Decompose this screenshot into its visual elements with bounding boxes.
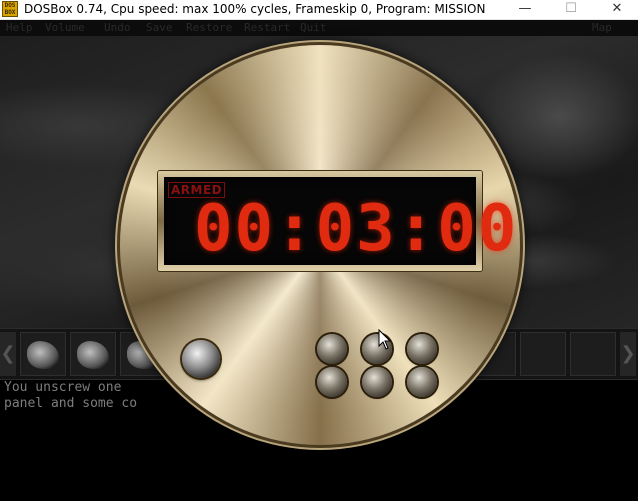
mouse-cursor-icon (378, 329, 392, 350)
keypad-button-5[interactable] (362, 367, 392, 397)
keypad-button-4[interactable] (317, 367, 347, 397)
inventory-scroll-left-icon[interactable]: ❮ (0, 332, 16, 376)
maximize-button[interactable]: ☐ (548, 0, 594, 19)
inventory-scroll-right-icon[interactable]: ❯ (620, 332, 636, 376)
menu-restore[interactable]: Restore (186, 22, 232, 34)
inventory-slot[interactable] (570, 332, 616, 376)
close-button[interactable]: ✕ (594, 0, 638, 19)
window-titlebar: DOS BOX DOSBox 0.74, Cpu speed: max 100%… (0, 0, 638, 20)
menu-restart[interactable]: Restart (244, 22, 290, 34)
inventory-slot[interactable] (520, 332, 566, 376)
game-viewport: Help Volume Undo Save Restore Restart Qu… (0, 20, 638, 501)
menu-undo[interactable]: Undo (104, 22, 131, 34)
minimize-button[interactable]: — (502, 0, 548, 19)
narration-line-2: panel and some co (4, 396, 138, 411)
inventory-slot[interactable] (20, 332, 66, 376)
dosbox-app-icon: DOS BOX (2, 1, 18, 17)
timer-display: ARMED 00:03:00 (164, 177, 519, 266)
keypad-button-6[interactable] (407, 367, 437, 397)
countdown-time: 00:03:00 (194, 192, 519, 266)
bomb-timer-device: ARMED 00:03:00 (120, 45, 520, 445)
menu-quit[interactable]: Quit (300, 22, 327, 34)
knob-button[interactable] (182, 340, 220, 378)
menu-volume[interactable]: Volume (45, 22, 85, 34)
inventory-item-icon (27, 341, 59, 369)
keypad-button-3[interactable] (407, 334, 437, 364)
menu-save[interactable]: Save (146, 22, 173, 34)
window-title: DOSBox 0.74, Cpu speed: max 100% cycles,… (24, 2, 486, 16)
keypad-button-1[interactable] (317, 334, 347, 364)
menu-help[interactable]: Help (6, 22, 33, 34)
game-menubar: Help Volume Undo Save Restore Restart Qu… (0, 20, 638, 36)
inventory-slot[interactable] (70, 332, 116, 376)
menu-map[interactable]: Map (592, 22, 612, 34)
inventory-item-icon (77, 341, 109, 369)
timer-display-frame: ARMED 00:03:00 (158, 171, 519, 271)
